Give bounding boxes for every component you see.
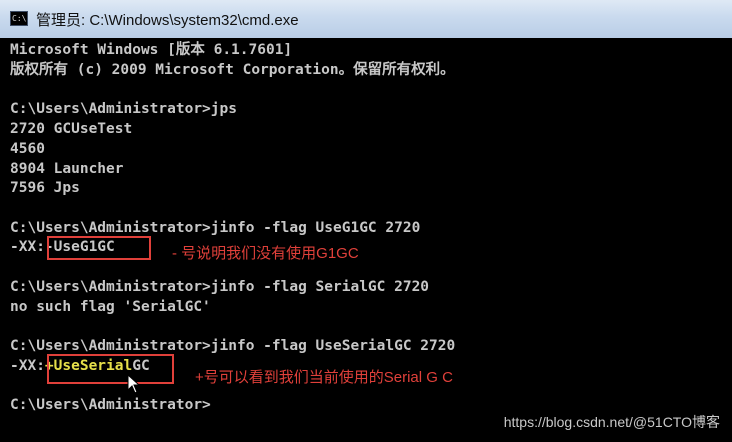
window-title: 管理员: C:\Windows\system32\cmd.exe bbox=[36, 12, 299, 29]
console-line: 版权所有 (c) 2009 Microsoft Corporation。保留所有… bbox=[10, 62, 455, 78]
serial-flag-prefix: -XX: bbox=[10, 358, 45, 374]
mouse-pointer-icon bbox=[127, 374, 141, 394]
console-line: C:\Users\Administrator>jinfo -flag Seria… bbox=[10, 279, 430, 295]
cmd-window: C:\. 管理员: C:\Windows\system32\cmd.exe Mi… bbox=[0, 0, 732, 442]
cmd-window-icon[interactable]: C:\. bbox=[10, 11, 28, 26]
console-line: no such flag 'SerialGC' bbox=[10, 299, 211, 315]
serial-annotation: +号可以看到我们当前使用的Serial G C bbox=[195, 369, 453, 386]
console-line: C:\Users\Administrator>jinfo -flag UseSe… bbox=[10, 338, 456, 354]
serial-highlight-box bbox=[47, 354, 174, 384]
console-line: 4560 bbox=[10, 141, 45, 157]
g1gc-annotation: - 号说明我们没有使用G1GC bbox=[172, 245, 359, 262]
console-line: 2720 GCUseTest bbox=[10, 121, 133, 137]
watermark-text: https://blog.csdn.net/@51CTO博客 bbox=[503, 414, 720, 430]
console-line: 8904 Launcher bbox=[10, 161, 124, 177]
console-prompt: C:\Users\Administrator> bbox=[10, 397, 211, 413]
console-line: Microsoft Windows [版本 6.1.7601] bbox=[10, 42, 293, 58]
console-line: C:\Users\Administrator>jps bbox=[10, 101, 237, 117]
console-line: C:\Users\Administrator>jinfo -flag UseG1… bbox=[10, 220, 421, 236]
g1gc-highlight-box bbox=[47, 236, 151, 260]
console-line: 7596 Jps bbox=[10, 180, 80, 196]
title-bar[interactable]: C:\. 管理员: C:\Windows\system32\cmd.exe bbox=[0, 0, 732, 39]
